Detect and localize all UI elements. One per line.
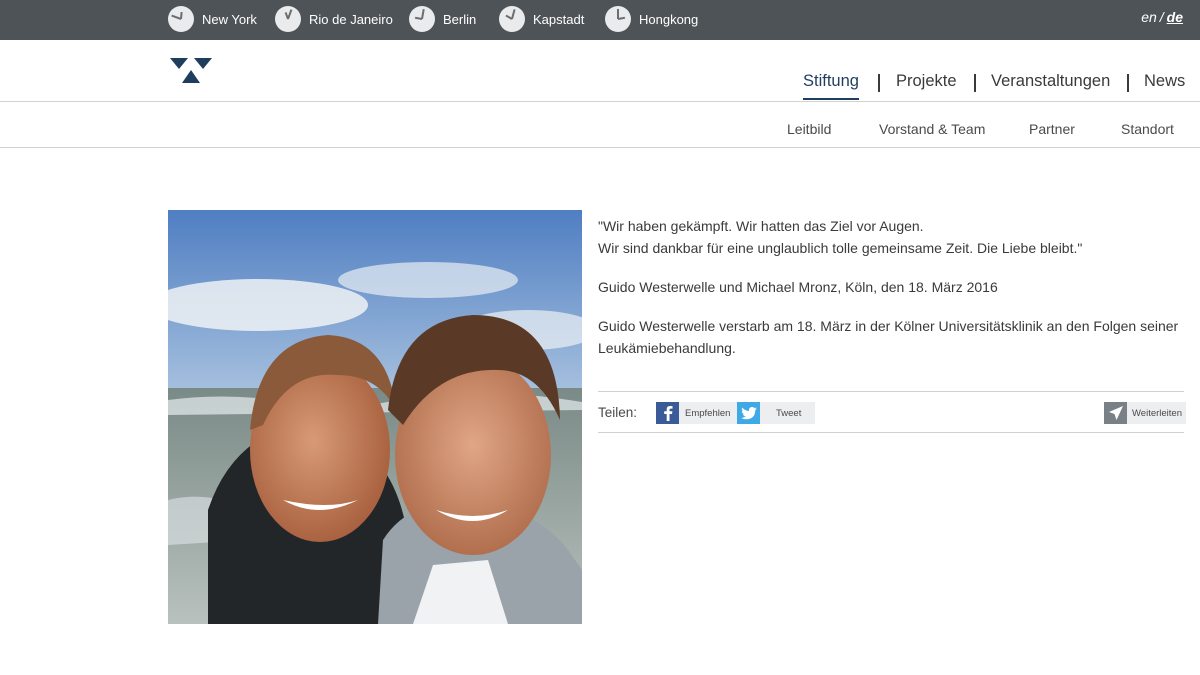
facebook-icon [656, 402, 679, 424]
portrait-photo [168, 210, 582, 624]
share-bar: Teilen: Empfehlen Tweet Weiterleiten [598, 391, 1186, 433]
city-label: Hongkong [639, 11, 699, 27]
quote-text: "Wir haben gekämpft. Wir hatten das Ziel… [598, 215, 1188, 259]
quote-attribution: Guido Westerwelle und Michael Mronz, Köl… [598, 279, 998, 295]
lang-en-link[interactable]: en [1141, 9, 1157, 25]
nav-separator [878, 74, 880, 92]
nav-projekte[interactable]: Projekte [896, 72, 957, 91]
lang-de-link[interactable]: de [1167, 9, 1183, 25]
lang-separator: / [1159, 9, 1164, 25]
city-label: New York [202, 11, 257, 27]
city-clock-kapstadt[interactable]: Kapstadt [499, 5, 584, 33]
city-label: Rio de Janeiro [309, 11, 393, 27]
city-clock-berlin[interactable]: Berlin [409, 5, 476, 33]
facebook-share-label: Empfehlen [685, 407, 731, 419]
subnav-partner[interactable]: Partner [1029, 121, 1075, 137]
subnav-vorstand-team[interactable]: Vorstand & Team [879, 121, 985, 137]
forward-share-label: Weiterleiten [1132, 407, 1182, 419]
forward-share-button[interactable]: Weiterleiten [1104, 402, 1186, 424]
city-clock-bar: New York Rio de Janeiro Berlin Kapstadt … [0, 0, 1200, 40]
city-label: Berlin [443, 11, 477, 27]
subnav-standort[interactable]: Standort [1121, 121, 1174, 137]
nav-news[interactable]: News [1144, 72, 1185, 91]
clock-icon [605, 6, 631, 32]
obituary-notice: Guido Westerwelle verstarb am 18. März i… [598, 318, 1179, 356]
nav-separator [974, 74, 976, 92]
quote-line-2: Wir sind dankbar für eine unglaublich to… [598, 240, 1083, 256]
clock-icon [409, 6, 435, 32]
share-label: Teilen: [598, 405, 638, 420]
city-clock-new-york[interactable]: New York [168, 5, 257, 33]
facebook-share-button[interactable]: Empfehlen [656, 402, 738, 424]
triangles-logo-icon[interactable] [170, 58, 212, 84]
nav-veranstaltungen[interactable]: Veranstaltungen [991, 72, 1110, 91]
twitter-bird-icon [737, 402, 760, 424]
twitter-share-label: Tweet [776, 407, 802, 419]
subnav-leitbild[interactable]: Leitbild [787, 121, 831, 137]
language-switch: en / de [1141, 9, 1183, 25]
quote-line-1: "Wir haben gekämpft. Wir hatten das Ziel… [598, 218, 924, 234]
twitter-share-button[interactable]: Tweet [737, 402, 816, 424]
clock-icon [168, 6, 194, 32]
city-label: Kapstadt [533, 11, 585, 27]
paper-plane-icon [1104, 402, 1127, 424]
quote-block: "Wir haben gekämpft. Wir hatten das Ziel… [598, 215, 1188, 376]
nav-separator [1127, 74, 1129, 92]
clock-icon [275, 6, 301, 32]
city-clock-hongkong[interactable]: Hongkong [605, 5, 698, 33]
sub-navigation: Leitbild Vorstand & Team Partner Standor… [0, 102, 1200, 148]
nav-stiftung[interactable]: Stiftung [803, 72, 859, 100]
clock-icon [499, 6, 525, 32]
city-clock-rio-de-janeiro[interactable]: Rio de Janeiro [275, 5, 393, 33]
